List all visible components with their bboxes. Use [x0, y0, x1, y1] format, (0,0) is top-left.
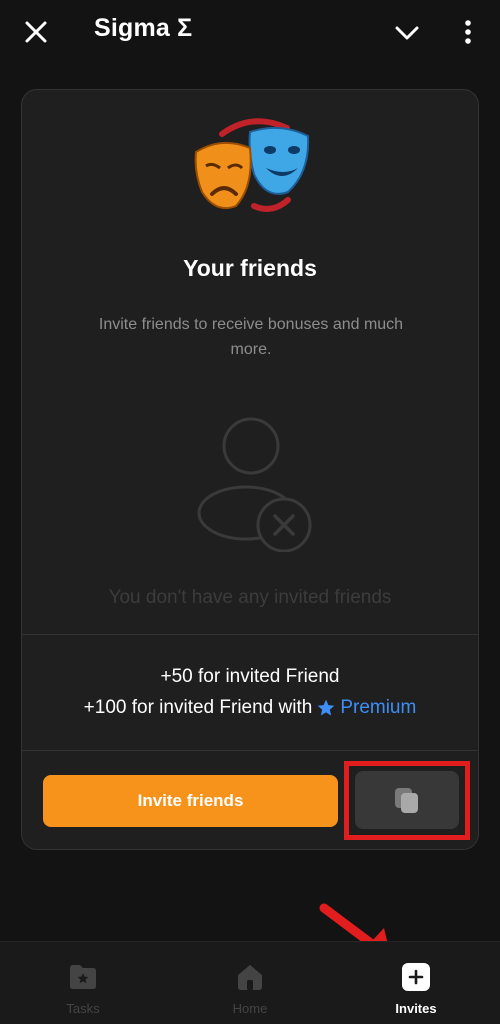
more-vertical-icon[interactable]: [458, 16, 478, 48]
premium-link[interactable]: Premium: [316, 697, 416, 719]
close-icon[interactable]: [22, 18, 50, 46]
tasks-icon: [70, 965, 96, 989]
star-icon: [317, 699, 335, 716]
user-remove-icon: [197, 417, 312, 552]
invite-friends-button[interactable]: Invite friends: [43, 775, 338, 827]
nav-item-tasks[interactable]: Tasks: [23, 942, 143, 1024]
bottom-navigation: Tasks Home Invites: [0, 941, 500, 1024]
theater-masks-icon: [194, 118, 310, 212]
card-title: Your friends: [183, 255, 317, 281]
copy-icon: [395, 788, 418, 813]
nav-label-tasks: Tasks: [66, 1001, 100, 1016]
nav-label-home: Home: [232, 1001, 268, 1016]
app-header: Sigma Σ: [0, 0, 500, 64]
home-icon: [238, 965, 262, 990]
empty-state-text: You don't have any invited friends: [108, 587, 392, 608]
bonus-line-friend: +50 for invited Friend: [160, 666, 340, 687]
chevron-down-icon[interactable]: [392, 20, 422, 46]
divider: [22, 750, 478, 751]
app-title: Sigma Σ: [94, 14, 193, 42]
bonus-premium-text: +100 for invited Friend with: [83, 697, 313, 718]
divider: [22, 634, 478, 635]
invites-icon: [402, 963, 430, 991]
premium-label: Premium: [340, 697, 417, 718]
friends-card: Your friends Invite friends to receive b…: [21, 89, 479, 850]
bonus-line-premium: +100 for invited Friend with Premium: [22, 697, 478, 719]
nav-item-home[interactable]: Home: [190, 942, 310, 1024]
nav-item-invites[interactable]: Invites: [356, 942, 476, 1024]
nav-label-invites: Invites: [395, 1001, 437, 1016]
copy-link-button[interactable]: [355, 771, 459, 829]
card-subtitle: Invite friends to receive bonuses and mu…: [98, 316, 404, 358]
